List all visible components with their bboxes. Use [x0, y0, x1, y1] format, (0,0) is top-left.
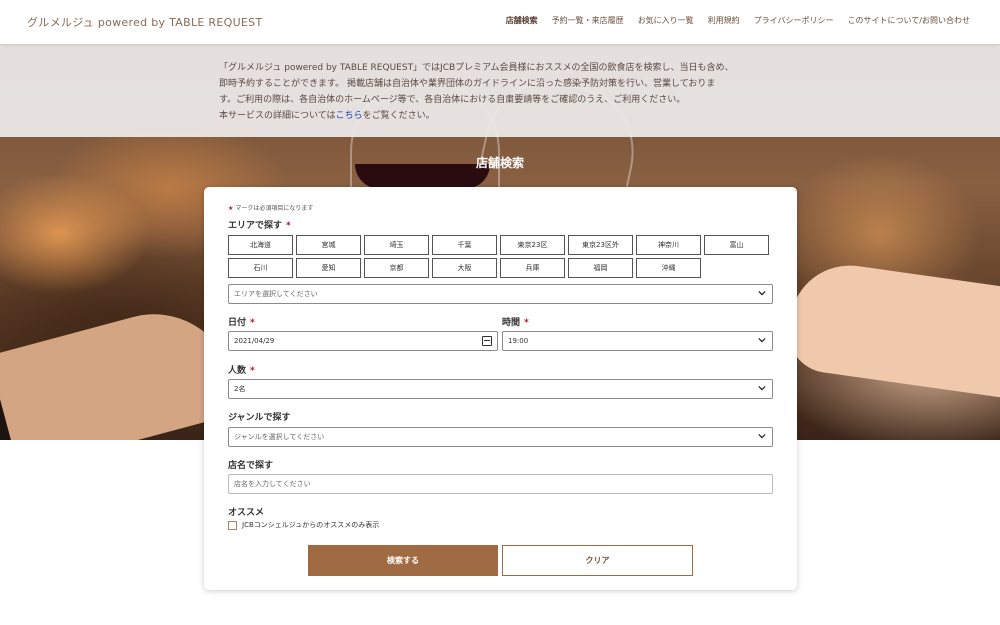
store-name-input[interactable]: 店名を入力してください	[228, 474, 773, 494]
people-value: 2名	[234, 385, 246, 393]
chevron-down-icon	[758, 290, 766, 296]
people-select[interactable]: 2名	[228, 379, 773, 399]
required-mark: ★	[228, 205, 234, 212]
main-nav: 店舗検索 予約一覧・来店履歴 お気に入り一覧 利用規約 プライバシーポリシー こ…	[506, 15, 970, 26]
area-button-tokyo-outside[interactable]: 東京23区外	[568, 235, 633, 255]
recommend-checkbox[interactable]	[228, 520, 237, 530]
area-button-kanagawa[interactable]: 神奈川	[636, 235, 701, 255]
details-link[interactable]: こちら	[336, 111, 363, 121]
intro-line: す。ご利用の際は、各自治体のホームページ等で、各自治体における自粛要請等をご確認…	[219, 95, 686, 105]
chevron-down-icon	[758, 433, 766, 439]
area-button-okinawa[interactable]: 沖縄	[636, 258, 701, 278]
required-mark: *	[524, 318, 529, 328]
area-button-toyama[interactable]: 富山	[704, 235, 769, 255]
time-label: 時間 *	[502, 315, 529, 328]
area-button-osaka[interactable]: 大阪	[432, 258, 497, 278]
recommend-label: オススメ	[228, 508, 265, 518]
intro-line: 即時予約することができます。 掲載店舗は自治体や業界団体のガイドラインに沿った感…	[219, 79, 716, 89]
recommend-checkbox-label[interactable]: JCBコンシェルジュからのオススメのみ表示	[242, 520, 379, 530]
date-label: 日付 *	[228, 315, 255, 328]
recommend-option[interactable]: JCBコンシェルジュからのオススメのみ表示	[228, 520, 379, 530]
area-button-hokkaido[interactable]: 北海道	[228, 235, 293, 255]
date-input[interactable]: 2021/04/29	[228, 331, 498, 351]
time-label-text: 時間	[502, 318, 521, 328]
area-button-tokyo23[interactable]: 東京23区	[500, 235, 565, 255]
intro-line-text: をご覧ください。	[362, 111, 435, 121]
chevron-down-icon	[758, 337, 766, 343]
genre-label: ジャンルで探す	[228, 413, 291, 423]
nav-favorites[interactable]: お気に入り一覧	[638, 15, 694, 26]
required-mark: *	[250, 318, 255, 328]
nav-reservations[interactable]: 予約一覧・来店履歴	[552, 15, 624, 26]
area-button-kyoto[interactable]: 京都	[364, 258, 429, 278]
area-button-ishikawa[interactable]: 石川	[228, 258, 293, 278]
section-title: 店舗検索	[475, 156, 524, 170]
calendar-icon[interactable]	[482, 336, 492, 346]
date-label-text: 日付	[228, 318, 247, 328]
chevron-down-icon	[758, 385, 766, 391]
required-mark: *	[250, 366, 255, 376]
area-label-text: エリアで探す	[228, 221, 283, 231]
background-arm-right	[783, 257, 1000, 401]
search-form: ★ マークは必須項目になります エリアで探す * 北海道 宮城 埼玉 千葉 東京2…	[204, 187, 797, 590]
search-button[interactable]: 検索する	[308, 545, 498, 576]
store-name-label: 店名で探す	[228, 461, 274, 471]
people-label-text: 人数	[228, 366, 247, 376]
area-button-hyogo[interactable]: 兵庫	[500, 258, 565, 278]
clear-button[interactable]: クリア	[502, 545, 693, 576]
area-button-fukuoka[interactable]: 福岡	[568, 258, 633, 278]
time-value: 19:00	[508, 337, 529, 345]
required-note-text: マークは必須項目になります	[235, 205, 314, 212]
people-label: 人数 *	[228, 363, 255, 376]
brand-logo[interactable]: グルメルジュ powered by TABLE REQUEST	[27, 14, 263, 30]
area-button-aichi[interactable]: 愛知	[296, 258, 361, 278]
intro-text: 「グルメルジュ powered by TABLE REQUEST」ではJCBプレ…	[219, 60, 789, 124]
intro-line: 「グルメルジュ powered by TABLE REQUEST」ではJCBプレ…	[219, 63, 734, 73]
time-select[interactable]: 19:00	[502, 331, 773, 351]
area-label: エリアで探す *	[228, 218, 291, 231]
nav-store-search[interactable]: 店舗検索	[506, 15, 538, 26]
area-button-saitama[interactable]: 埼玉	[364, 235, 429, 255]
intro-line: 本サービスの詳細についてはこちらをご覧ください。	[219, 108, 789, 124]
nav-about-contact[interactable]: このサイトについて/お問い合わせ	[848, 15, 970, 26]
site-header: グルメルジュ powered by TABLE REQUEST 店舗検索 予約一…	[0, 0, 1000, 44]
nav-privacy[interactable]: プライバシーポリシー	[754, 15, 834, 26]
area-button-chiba[interactable]: 千葉	[432, 235, 497, 255]
store-name-placeholder: 店名を入力してください	[234, 480, 311, 488]
genre-select[interactable]: ジャンルを選択してください	[228, 427, 773, 447]
area-button-grid: 北海道 宮城 埼玉 千葉 東京23区 東京23区外 神奈川 富山 石川 愛知 京…	[228, 235, 774, 278]
genre-select-value: ジャンルを選択してください	[234, 433, 325, 441]
area-button-miyagi[interactable]: 宮城	[296, 235, 361, 255]
area-select-value: エリアを選択してください	[234, 290, 318, 298]
required-note: ★ マークは必須項目になります	[228, 203, 313, 212]
date-value: 2021/04/29	[234, 337, 275, 345]
intro-line-text: 本サービスの詳細については	[219, 111, 336, 121]
nav-terms[interactable]: 利用規約	[708, 15, 740, 26]
required-mark: *	[286, 221, 291, 231]
area-select[interactable]: エリアを選択してください	[228, 284, 773, 304]
